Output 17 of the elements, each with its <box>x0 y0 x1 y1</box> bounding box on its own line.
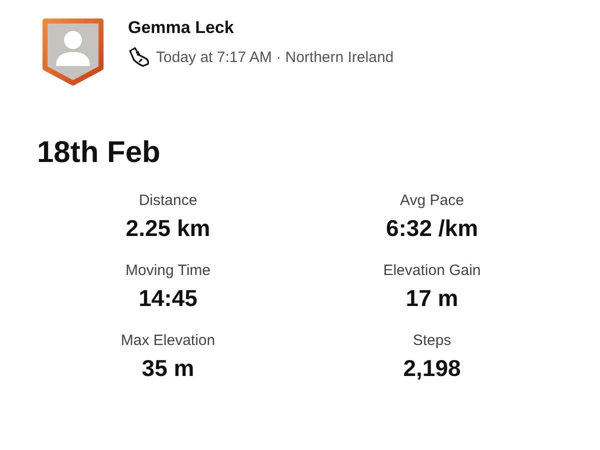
stat-label: Steps <box>412 332 452 349</box>
stat-value: 35 m <box>142 355 194 382</box>
stat-value: 14:45 <box>138 285 198 312</box>
shoe-icon <box>128 47 150 67</box>
stat-label: Elevation Gain <box>383 262 481 279</box>
stat-label: Distance <box>138 192 198 209</box>
avatar-badge-icon <box>42 18 104 86</box>
stat-value: 2.25 km <box>126 215 210 242</box>
activity-time-location: Today at 7:17 AM · Northern Ireland <box>156 48 394 66</box>
stat-value: 2,198 <box>403 355 461 382</box>
stat-label: Max Elevation <box>120 332 216 349</box>
stat-value: 17 m <box>406 285 458 312</box>
activity-title: 18th Feb <box>37 136 162 170</box>
stat-label: Moving Time <box>125 262 211 279</box>
athlete-name: Gemma Leck <box>128 18 235 38</box>
stat-label: Avg Pace <box>400 192 464 209</box>
stat-value: 6:32 /km <box>386 215 478 242</box>
